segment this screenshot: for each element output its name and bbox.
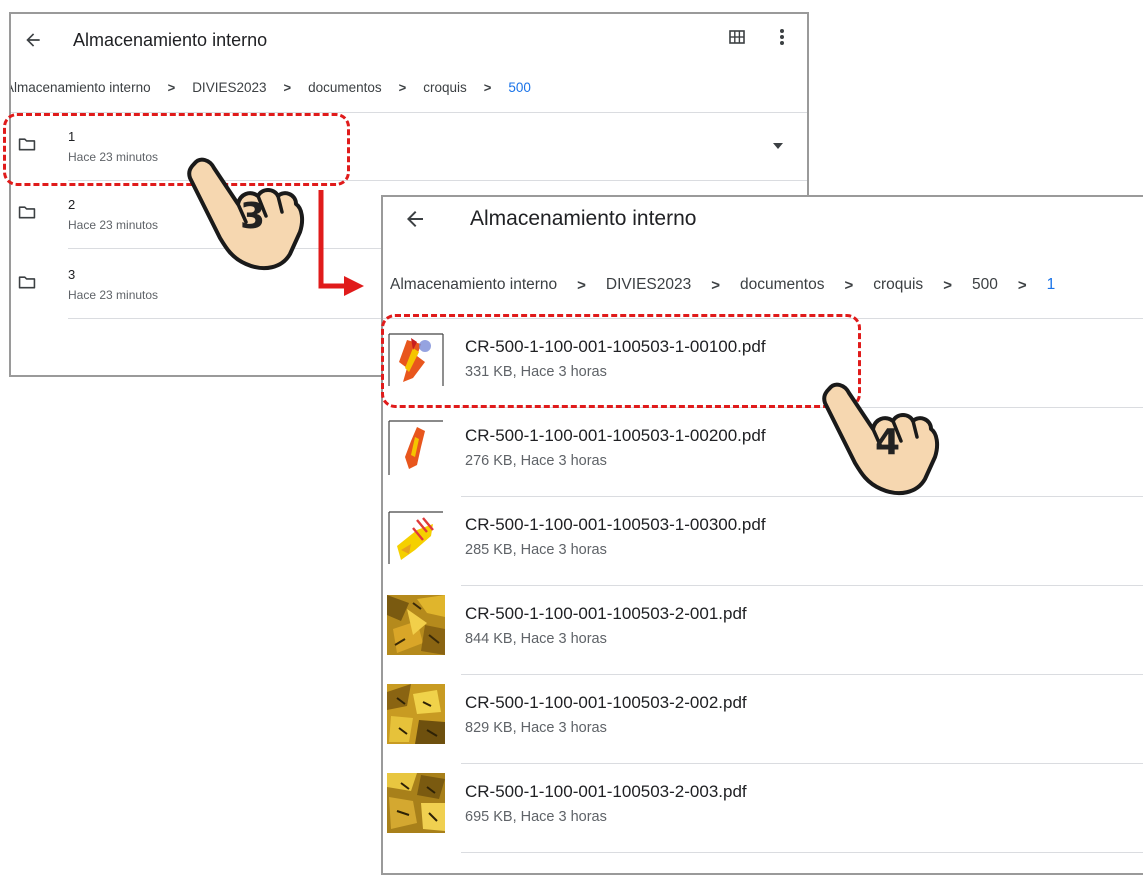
- file-row[interactable]: CR-500-1-100-001-100503-1-00300.pdf 285 …: [383, 497, 1143, 586]
- chevron-right-icon: >: [283, 80, 292, 95]
- chevron-right-icon: >: [711, 276, 720, 294]
- file-meta: 829 KB, Hace 3 horas: [465, 720, 607, 736]
- chevron-right-icon: >: [1017, 276, 1027, 294]
- divider: [461, 852, 1143, 853]
- breadcrumb-item[interactable]: DIVIES2023: [606, 276, 691, 294]
- grid-view-icon: [729, 30, 745, 44]
- breadcrumb: Almacenamiento interno > DIVIES2023 > do…: [390, 276, 1055, 294]
- page-title: Almacenamiento interno: [73, 29, 268, 50]
- breadcrumb-item[interactable]: documentos: [740, 276, 824, 294]
- file-meta: 695 KB, Hace 3 horas: [465, 809, 607, 825]
- chevron-right-icon: >: [167, 80, 176, 95]
- folder-modified: Hace 23 minutos: [68, 288, 159, 302]
- file-name: CR-500-1-100-001-100503-2-003.pdf: [465, 782, 747, 801]
- folder-name: 3: [68, 267, 76, 282]
- file-meta: 276 KB, Hace 3 horas: [465, 453, 607, 469]
- breadcrumb-item[interactable]: 500: [972, 276, 998, 294]
- grid-view-button[interactable]: [729, 30, 745, 49]
- pdf-thumbnail: [387, 773, 445, 833]
- file-name: CR-500-1-100-001-100503-1-00300.pdf: [465, 515, 766, 534]
- chevron-right-icon: >: [577, 276, 586, 294]
- breadcrumb-item[interactable]: DIVIES2023: [192, 80, 266, 95]
- highlight-file-1: [381, 314, 861, 408]
- arrow-connector-icon: [318, 190, 364, 296]
- breadcrumb-item-current[interactable]: 500: [508, 80, 531, 95]
- file-row[interactable]: CR-500-1-100-001-100503-1-00200.pdf 276 …: [383, 408, 1143, 497]
- pdf-thumbnail: [387, 506, 445, 566]
- file-meta: 844 KB, Hace 3 horas: [465, 631, 607, 647]
- file-row[interactable]: CR-500-1-100-001-100503-2-001.pdf 844 KB…: [383, 586, 1143, 675]
- pdf-thumbnail: [387, 684, 445, 744]
- back-button[interactable]: [21, 28, 45, 52]
- app-bar: Almacenamiento interno: [11, 22, 807, 58]
- chevron-right-icon: >: [943, 276, 952, 294]
- dropdown-arrow-icon[interactable]: [773, 143, 783, 149]
- breadcrumb-item[interactable]: documentos: [308, 80, 382, 95]
- chevron-right-icon: >: [483, 80, 492, 95]
- file-name: CR-500-1-100-001-100503-1-00200.pdf: [465, 426, 766, 445]
- file-name: CR-500-1-100-001-100503-2-001.pdf: [465, 604, 747, 623]
- pdf-thumbnail: [387, 417, 445, 477]
- file-name: CR-500-1-100-001-100503-2-002.pdf: [465, 693, 747, 712]
- breadcrumb-item[interactable]: croquis: [873, 276, 923, 294]
- folder-modified: Hace 23 minutos: [68, 218, 159, 232]
- arrow-left-icon: [26, 33, 40, 47]
- file-meta: 285 KB, Hace 3 horas: [465, 542, 607, 558]
- file-browser-window-front: Almacenamiento interno Almacenamiento in…: [381, 195, 1143, 875]
- back-button[interactable]: [401, 205, 429, 233]
- breadcrumb-item[interactable]: croquis: [423, 80, 467, 95]
- folder-name: 2: [68, 197, 76, 212]
- breadcrumb-item[interactable]: Almacenamiento interno: [390, 276, 557, 294]
- chevron-right-icon: >: [844, 276, 854, 294]
- breadcrumb-item-current[interactable]: 1: [1047, 276, 1056, 294]
- step-number-4: 4: [875, 422, 901, 463]
- more-options-button[interactable]: [779, 28, 785, 51]
- step-number-3: 3: [240, 196, 266, 237]
- app-bar: Almacenamiento interno: [383, 201, 1143, 237]
- page-title: Almacenamiento interno: [470, 207, 697, 230]
- folder-icon: [18, 276, 36, 289]
- folder-icon: [18, 206, 36, 219]
- chevron-right-icon: >: [398, 80, 407, 95]
- pdf-thumbnail: [387, 595, 445, 655]
- more-vertical-icon: [780, 29, 784, 45]
- file-row[interactable]: CR-500-1-100-001-100503-2-002.pdf 829 KB…: [383, 675, 1143, 764]
- breadcrumb-item[interactable]: Almacenamiento interno: [11, 80, 151, 95]
- arrow-left-icon: [407, 211, 423, 227]
- breadcrumb: Almacenamiento interno > DIVIES2023 > do…: [11, 80, 531, 95]
- file-row[interactable]: CR-500-1-100-001-100503-2-003.pdf 695 KB…: [383, 764, 1143, 853]
